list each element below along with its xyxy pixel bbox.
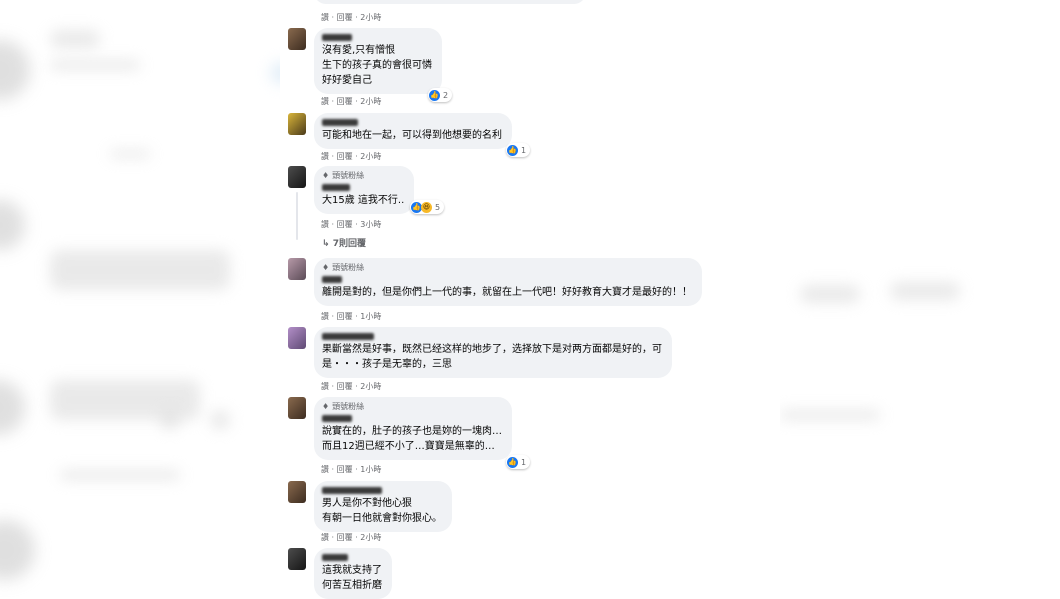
fan-badge: ♦ 頭號粉絲 [322,171,365,180]
haha-icon: 😆 [421,201,432,213]
comment-bubble [314,0,586,4]
comment-text: 離開是對的，但是你們上一代的事，就留在上一代吧！好好教育大寶才是最好的！！ [322,287,692,298]
comment-bubble: ♦ 頭號粉絲 離開是對的，但是你們上一代的事，就留在上一代吧！好好教育大寶才是最… [314,258,702,306]
commenter-name[interactable] [322,34,352,41]
comment-text: 說實在的，肚子的孩子也是妳的一塊肉… [322,426,502,437]
comment-text: 好好愛自己 [322,75,372,86]
comment-meta[interactable]: 讚 · 回覆 · 1小時 [321,311,381,322]
thread-line [296,192,298,240]
commenter-name[interactable] [322,415,352,422]
like-icon: 👍 [507,144,518,156]
comment-bubble: ♦ 頭號粉絲 大15歲 這我不行.. [314,166,415,214]
diamond-icon: ♦ [322,171,330,180]
comment-bubble: 果斷當然是好事，既然已经这样的地步了，选择放下是对两方面都是好的，可 是・・・孩… [314,327,672,378]
comment-text: 而且12週已經不小了…寶寶是無辜的… [322,441,495,452]
comment-bubble: ♦ 頭號粉絲 說實在的，肚子的孩子也是妳的一塊肉… 而且12週已經不小了…寶寶是… [314,397,512,460]
comment-meta[interactable]: 讚 · 回覆 · 3小時 [321,219,381,230]
comment-meta[interactable]: 讚 · 回覆 · 2小時 [321,381,381,392]
avatar[interactable] [288,113,306,135]
comment-bubble: 這我就支持了 何苦互相折磨 [314,548,392,599]
comment-text: 男人是你不對他心狠 [322,498,412,509]
reply-arrow-icon: ↳ [322,239,330,249]
like-icon: 👍 [429,89,440,101]
commenter-name[interactable] [322,184,350,191]
comment-meta[interactable]: 讚 · 回覆 · 2小時 [321,12,381,23]
comment-meta[interactable]: 讚 · 回覆 · 1小時 [321,464,381,475]
reaction-count[interactable]: 👍 2 [428,88,453,102]
comment-bubble: 沒有愛,只有憎恨 生下的孩子真的會很可憐 好好愛自己 [314,28,442,94]
commenter-name[interactable] [322,119,358,126]
comment-bubble: 可能和地在一起，可以得到他想要的名利 [314,113,512,149]
comment-text: 沒有愛,只有憎恨 [322,45,396,56]
comment-text: 果斷當然是好事，既然已经这样的地步了，选择放下是对两方面都是好的，可 [322,344,662,355]
avatar[interactable] [288,258,306,280]
reaction-count[interactable]: 👍 😆 5 [410,200,445,214]
like-icon: 👍 [507,456,518,468]
comment-meta[interactable]: 讚 · 回覆 · 2小時 [321,532,381,543]
reaction-count[interactable]: 👍 1 [506,455,531,469]
comment-text: 大15歲 這我不行.. [322,195,405,206]
diamond-icon: ♦ [322,402,330,411]
view-replies-link[interactable]: ↳ 7則回覆 [322,236,366,249]
reaction-count[interactable]: 👍 1 [506,143,531,157]
avatar[interactable] [288,397,306,419]
commenter-name[interactable] [322,333,374,340]
comment-text: 可能和地在一起，可以得到他想要的名利 [322,130,502,141]
comment-meta[interactable]: 讚 · 回覆 · 2小時 [321,96,381,107]
avatar[interactable] [288,548,306,570]
avatar[interactable] [288,28,306,50]
comment-text: 有朝一日他就會對你狠心。 [322,513,442,524]
avatar[interactable] [288,327,306,349]
diamond-icon: ♦ [322,263,330,272]
comment-text: 生下的孩子真的會很可憐 [322,60,432,71]
comment-bubble: 男人是你不對他心狠 有朝一日他就會對你狠心。 [314,481,452,532]
avatar[interactable] [288,166,306,188]
comment-text: 何苦互相折磨 [322,580,382,591]
comment-meta[interactable]: 讚 · 回覆 · 2小時 [321,151,381,162]
avatar[interactable] [288,481,306,503]
fan-badge: ♦ 頭號粉絲 [322,402,365,411]
commenter-name[interactable] [322,276,342,283]
commenter-name[interactable] [322,487,382,494]
comment-text: 這我就支持了 [322,565,382,576]
fan-badge: ♦ 頭號粉絲 [322,263,365,272]
comment-text: 是・・・孩子是无辜的，三思 [322,359,452,370]
commenter-name[interactable] [322,554,348,561]
